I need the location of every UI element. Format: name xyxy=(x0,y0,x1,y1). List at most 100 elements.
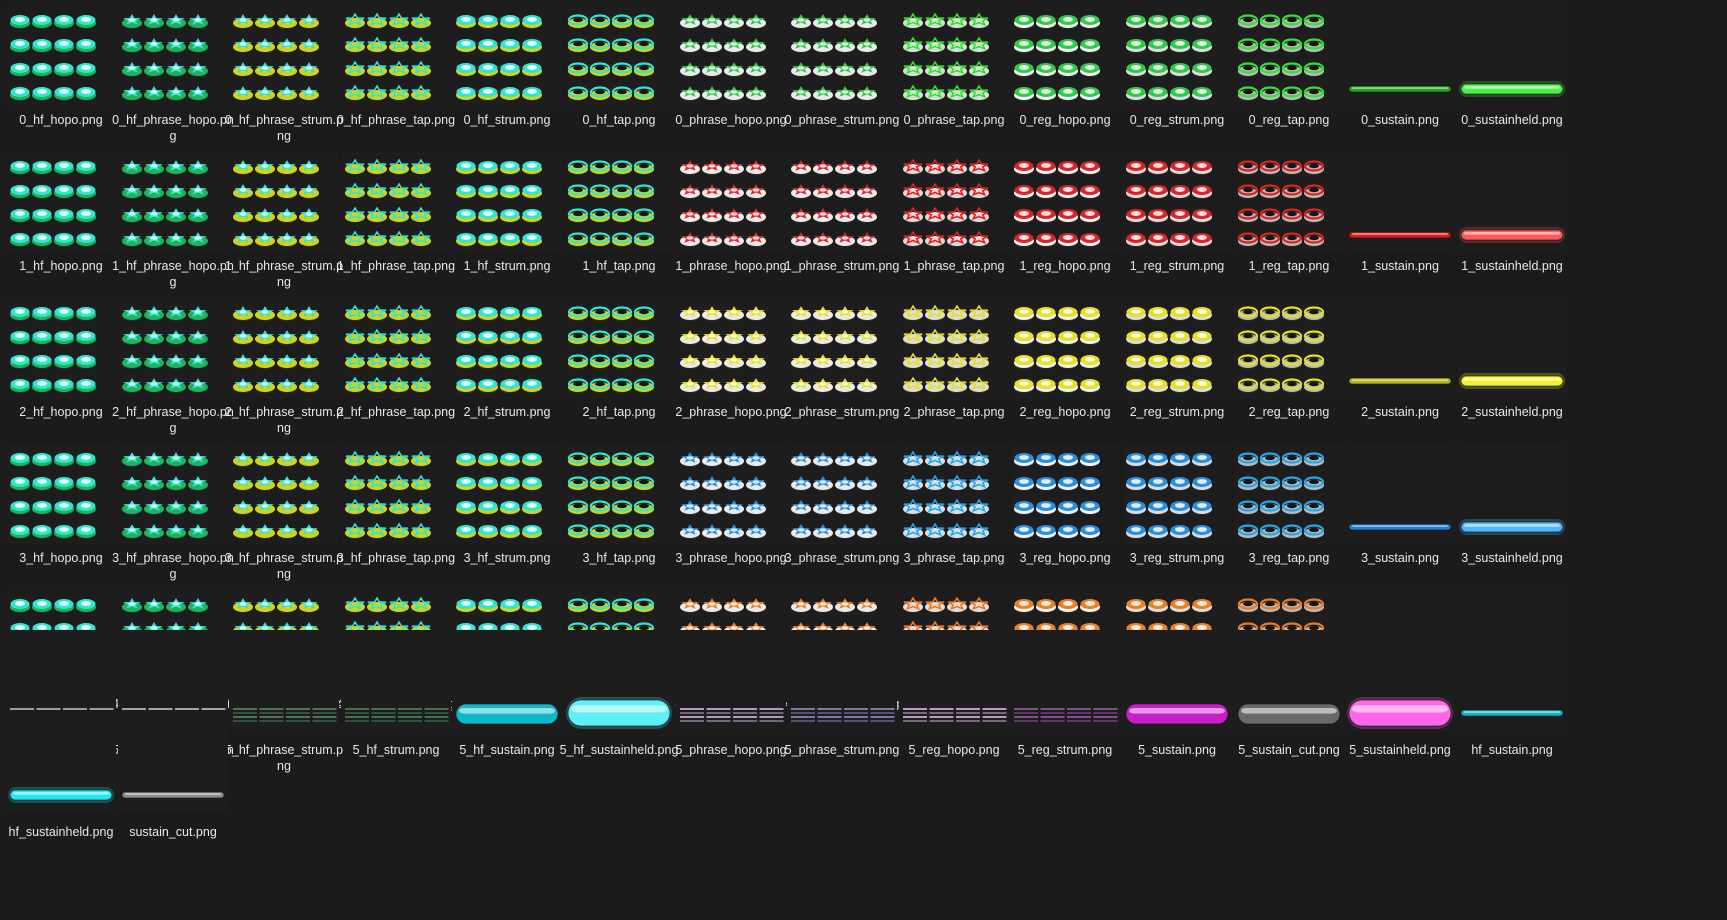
file-item[interactable]: 3_phrase_tap.png xyxy=(893,438,1015,584)
file-thumbnail xyxy=(899,6,1009,106)
file-item[interactable]: 1_reg_tap.png xyxy=(1228,146,1350,292)
file-name: 2_reg_hopo.png xyxy=(1019,405,1111,419)
file-item[interactable]: 1_sustainheld.png xyxy=(1451,146,1573,292)
file-thumbnail xyxy=(341,298,451,398)
file-item[interactable]: 2_hf_phrase_tap.png xyxy=(335,292,457,438)
file-item[interactable]: 3_hf_hopo.png xyxy=(0,438,122,584)
file-name: 5_reg_strum.png xyxy=(1017,743,1113,757)
file-item[interactable]: 0_hf_phrase_strum.png xyxy=(223,0,345,146)
file-item[interactable]: 0_sustainheld.png xyxy=(1451,0,1573,146)
file-name: 2_hf_hopo.png xyxy=(19,405,103,419)
file-item[interactable]: 1_hf_tap.png xyxy=(558,146,680,292)
file-item[interactable]: 2_reg_tap.png xyxy=(1228,292,1350,438)
file-item[interactable]: 3_hf_strum.png xyxy=(446,438,568,584)
file-thumbnail xyxy=(1234,630,1344,730)
file-name: 3_hf_hopo.png xyxy=(19,551,103,565)
file-thumbnail xyxy=(1457,298,1567,398)
file-item[interactable]: 2_phrase_hopo.png xyxy=(670,292,792,438)
file-name: 2_sustainheld.png xyxy=(1461,405,1563,419)
file-item[interactable]: 5_hf_phrase_strum.png xyxy=(223,630,345,838)
file-name: 0_reg_tap.png xyxy=(1248,113,1330,127)
file-name: 0_hf_phrase_strum.png xyxy=(224,113,344,143)
file-item[interactable]: 2_sustain.png xyxy=(1339,292,1461,438)
file-name: 3_hf_phrase_hopo.png xyxy=(112,551,234,581)
file-item[interactable]: 2_phrase_strum.png xyxy=(781,292,903,438)
file-item[interactable]: 2_hf_tap.png xyxy=(558,292,680,438)
file-thumbnail xyxy=(564,6,674,106)
file-item[interactable]: 5_hf_sustain.png xyxy=(446,630,568,838)
file-name: 2_hf_strum.png xyxy=(463,405,551,419)
file-item[interactable]: 3_phrase_strum.png xyxy=(781,438,903,584)
file-item[interactable]: 1_hf_strum.png xyxy=(446,146,568,292)
file-name: 3_reg_hopo.png xyxy=(1019,551,1111,565)
file-item[interactable]: hf_sustainheld.png xyxy=(0,712,122,920)
file-item[interactable]: 3_hf_phrase_strum.png xyxy=(223,438,345,584)
file-item[interactable]: 0_reg_tap.png xyxy=(1228,0,1350,146)
file-item[interactable]: 0_reg_hopo.png xyxy=(1004,0,1126,146)
file-item[interactable]: 0_hf_strum.png xyxy=(446,0,568,146)
file-item[interactable]: 2_hf_phrase_strum.png xyxy=(223,292,345,438)
file-item[interactable]: 3_reg_strum.png xyxy=(1116,438,1238,584)
file-name: 0_phrase_hopo.png xyxy=(675,113,787,127)
file-item[interactable]: 1_reg_strum.png xyxy=(1116,146,1238,292)
file-item[interactable]: 1_hf_phrase_hopo.png xyxy=(112,146,234,292)
file-item[interactable]: 5_sustainheld.png xyxy=(1339,630,1461,838)
file-item[interactable]: 2_reg_hopo.png xyxy=(1004,292,1126,438)
file-item[interactable]: 0_hf_phrase_tap.png xyxy=(335,0,457,146)
file-item[interactable]: 5_hf_strum.png xyxy=(335,630,457,838)
file-item[interactable]: 3_hf_phrase_tap.png xyxy=(335,438,457,584)
file-item[interactable]: 3_sustainheld.png xyxy=(1451,438,1573,584)
file-item[interactable]: 0_phrase_hopo.png xyxy=(670,0,792,146)
file-item[interactable]: 0_phrase_tap.png xyxy=(893,0,1015,146)
file-item[interactable]: 2_hf_phrase_hopo.png xyxy=(112,292,234,438)
file-item[interactable]: 0_hf_phrase_hopo.png xyxy=(112,0,234,146)
file-item[interactable]: 3_reg_hopo.png xyxy=(1004,438,1126,584)
file-item[interactable]: 5_hf_sustainheld.png xyxy=(558,630,680,838)
file-item[interactable]: 0_hf_hopo.png xyxy=(0,0,122,146)
file-item[interactable]: 1_phrase_tap.png xyxy=(893,146,1015,292)
file-thumbnail xyxy=(787,630,897,730)
file-item[interactable]: 1_hf_phrase_tap.png xyxy=(335,146,457,292)
file-item[interactable]: 1_hf_hopo.png xyxy=(0,146,122,292)
file-item[interactable]: 5_reg_hopo.png xyxy=(893,630,1015,838)
file-item[interactable]: 1_phrase_strum.png xyxy=(781,146,903,292)
file-thumbnail xyxy=(676,630,786,730)
file-item[interactable]: 0_phrase_strum.png xyxy=(781,0,903,146)
file-item[interactable]: 1_sustain.png xyxy=(1339,146,1461,292)
file-item[interactable]: 2_sustainheld.png xyxy=(1451,292,1573,438)
file-item[interactable]: 5_sustain_cut.png xyxy=(1228,630,1350,838)
file-item[interactable]: 0_reg_strum.png xyxy=(1116,0,1238,146)
file-item[interactable]: 5_reg_strum.png xyxy=(1004,630,1126,838)
file-item[interactable]: sustain_cut.png xyxy=(112,712,234,920)
file-item[interactable]: 0_sustain.png xyxy=(1339,0,1461,146)
file-thumbnail xyxy=(229,630,339,730)
file-name: 1_hf_tap.png xyxy=(582,259,656,273)
file-item[interactable]: 2_phrase_tap.png xyxy=(893,292,1015,438)
file-item[interactable]: 3_reg_tap.png xyxy=(1228,438,1350,584)
file-item[interactable]: 2_reg_strum.png xyxy=(1116,292,1238,438)
file-name: 2_phrase_tap.png xyxy=(903,405,1005,419)
file-name: 1_sustain.png xyxy=(1361,259,1439,273)
file-thumbnail xyxy=(787,6,897,106)
file-item[interactable]: 2_hf_strum.png xyxy=(446,292,568,438)
file-item[interactable]: 2_hf_hopo.png xyxy=(0,292,122,438)
file-thumbnail xyxy=(118,298,228,398)
file-item[interactable]: 1_reg_hopo.png xyxy=(1004,146,1126,292)
file-thumbnail xyxy=(564,444,674,544)
file-thumbnail xyxy=(1122,6,1232,106)
file-item[interactable]: 5_phrase_hopo.png xyxy=(670,630,792,838)
file-item[interactable]: 1_phrase_hopo.png xyxy=(670,146,792,292)
file-item[interactable]: 5_sustain.png xyxy=(1116,630,1238,838)
file-item[interactable]: 5_phrase_strum.png xyxy=(781,630,903,838)
file-name: 5_sustainheld.png xyxy=(1349,743,1451,757)
file-item[interactable]: 3_hf_tap.png xyxy=(558,438,680,584)
file-item[interactable]: 3_phrase_hopo.png xyxy=(670,438,792,584)
file-item[interactable]: hf_sustain.png xyxy=(1451,630,1573,838)
file-thumbnail xyxy=(229,298,339,398)
file-item[interactable]: 1_hf_phrase_strum.png xyxy=(223,146,345,292)
file-item[interactable]: 3_sustain.png xyxy=(1339,438,1461,584)
file-thumbnail xyxy=(787,298,897,398)
file-item[interactable]: 3_hf_phrase_hopo.png xyxy=(112,438,234,584)
file-item[interactable]: 0_hf_tap.png xyxy=(558,0,680,146)
file-thumbnail xyxy=(787,444,897,544)
